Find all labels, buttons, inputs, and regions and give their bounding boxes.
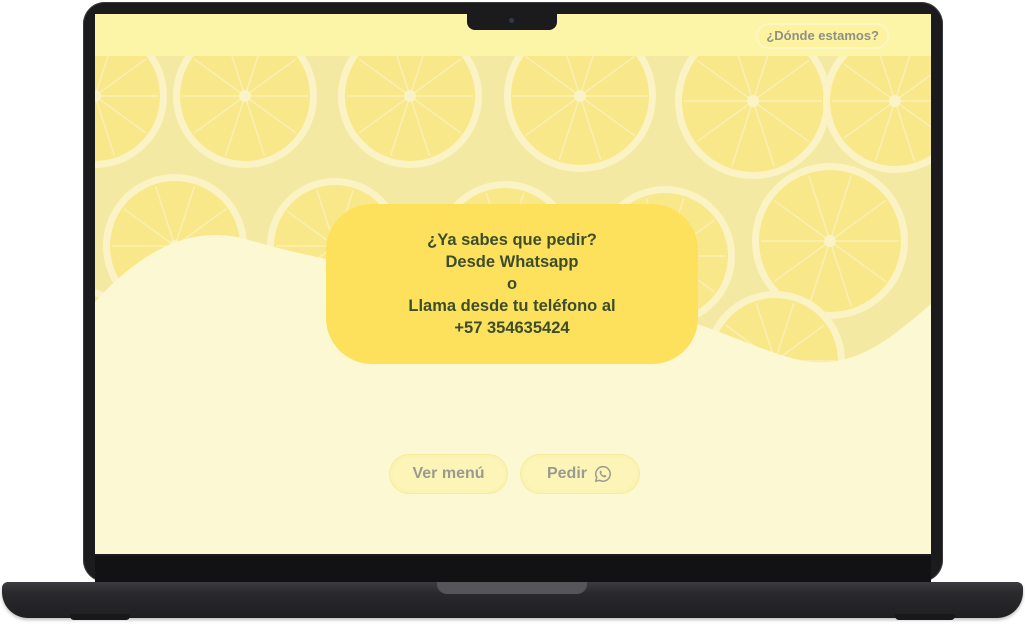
lemon-core [239,90,251,102]
screen: ¿Dónde estamos? ¿Ya sabes que pedir? Des… [95,14,931,554]
lemon-core [747,95,759,107]
hero-actions: Ver menú Pedir [390,455,639,493]
lemon-core [824,235,836,247]
laptop-bezel-bottom [95,556,931,582]
laptop-foot-left [70,614,130,620]
lemon-core [574,90,586,102]
order-info-card: ¿Ya sabes que pedir? Desde Whatsapp o Ll… [326,204,698,364]
lemon-core [889,95,901,107]
laptop-mockup: ¿Dónde estamos? ¿Ya sabes que pedir? Des… [0,0,1025,624]
view-menu-label: Ver menú [412,465,485,482]
camera-notch [467,14,557,30]
card-question: ¿Ya sabes que pedir? [427,231,597,249]
camera-icon [509,18,514,23]
card-phone: +57 354635424 [454,319,570,337]
laptop-opening-notch [437,582,587,594]
where-are-we-button[interactable]: ¿Dónde estamos? [756,23,889,49]
whatsapp-icon [595,465,611,483]
card-or: o [506,275,518,293]
lemon-core [169,240,181,252]
lemon-core [404,90,416,102]
order-button[interactable]: Pedir [521,455,639,493]
view-menu-button[interactable]: Ver menú [390,455,507,493]
lemon-core [244,360,256,372]
laptop-foot-right [895,614,955,620]
card-whatsapp-line: Desde Whatsapp [445,253,579,271]
lemon-core [769,355,781,367]
order-label: Pedir [546,465,587,482]
card-call-line: Llama desde tu teléfono al [408,297,616,315]
